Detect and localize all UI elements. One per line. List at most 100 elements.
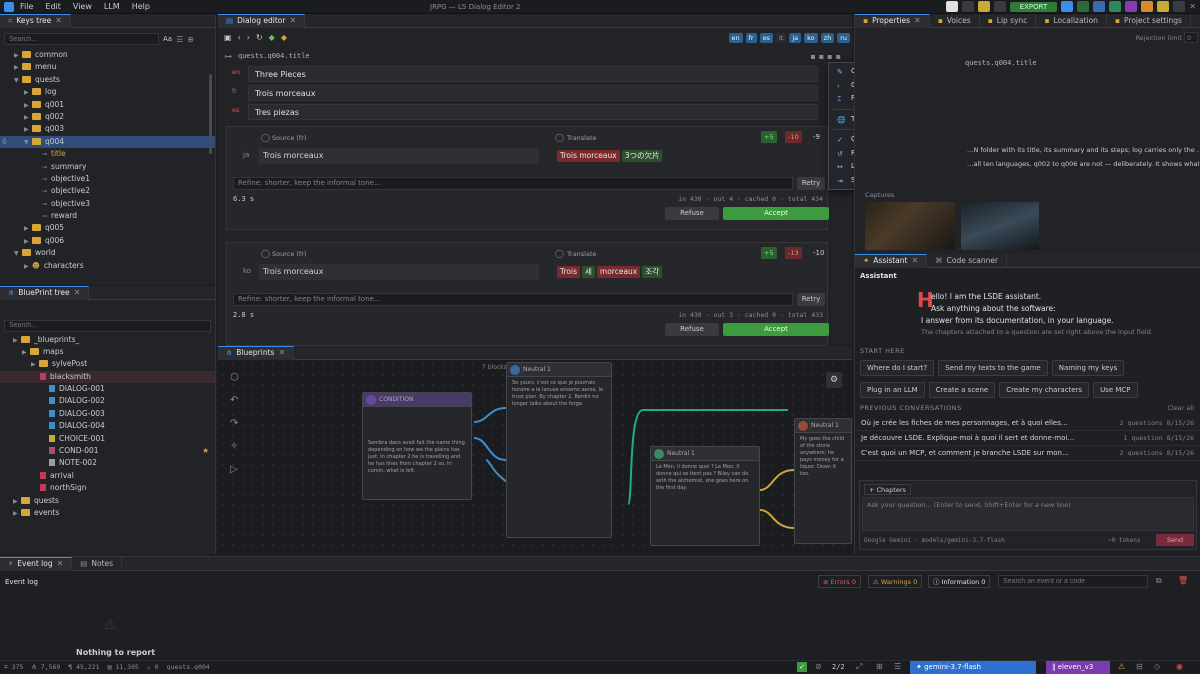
tab-notes[interactable]: ▤ Notes (72, 556, 123, 571)
tab-blueprints[interactable]: ⋔ Blueprints ✕ (218, 345, 295, 360)
tab-localization[interactable]: ▪ Localization (1036, 13, 1107, 28)
tag-icon[interactable]: ◆ (269, 33, 275, 42)
suggestion-chip[interactable]: Where do I start? (860, 360, 935, 376)
doc-icon[interactable] (1093, 1, 1106, 12)
blueprint-tree-item[interactable]: ▶ sylvePost (0, 358, 215, 370)
window-icon[interactable] (1173, 1, 1186, 12)
plugin-icon[interactable] (1125, 1, 1138, 12)
export-button[interactable]: EXPORT (1009, 1, 1058, 12)
tab-properties[interactable]: ▪ Properties ✕ (855, 13, 930, 28)
dialog-node-3[interactable]: Neutral 1 My goes the child of the stone… (794, 418, 852, 544)
tab-dialog-editor[interactable]: ▤ Dialog editor ✕ (218, 13, 306, 28)
blueprint-tree-item[interactable]: ▶ _blueprints_ (0, 334, 215, 346)
sync-status-icon[interactable]: ◇ (1154, 662, 1160, 671)
keys-tree-item[interactable]: 6 ▼ q004 (0, 135, 215, 149)
suggestion-chip[interactable]: Create my characters (999, 382, 1090, 398)
diff-chip[interactable]: 세 (581, 266, 595, 278)
blueprint-tree-item[interactable]: DIALOG-003 (0, 408, 215, 420)
star-icon[interactable] (1141, 1, 1154, 12)
check-icon[interactable]: ✓ (797, 662, 807, 672)
blueprint-tree-item[interactable]: northSign (0, 482, 215, 494)
tab-lip-sync[interactable]: ▪ Lip sync (980, 13, 1037, 28)
layout-icon[interactable] (945, 1, 958, 12)
trash-icon[interactable]: 🗑 (1178, 576, 1188, 585)
suggestion-chip[interactable]: Use MCP (1093, 382, 1138, 398)
translation-field[interactable]: Three Pieces (248, 66, 818, 82)
back-icon[interactable]: ‹ (238, 33, 241, 42)
keys-scrollbar[interactable] (209, 74, 212, 154)
tab-blueprint-tree[interactable]: ⋔ BluePrint tree ✕ (0, 285, 90, 300)
diff-chip[interactable]: Trois morceaux (557, 150, 620, 162)
chapters-button[interactable]: + Chapters (864, 484, 911, 495)
blueprint-search-input[interactable] (4, 319, 211, 332)
refuse-button[interactable]: Refuse (665, 323, 719, 336)
chevron-icon[interactable]: ▶ (24, 261, 32, 273)
lang-toggle-fr[interactable]: fr (745, 32, 757, 43)
keys-tree-item[interactable]: ▶ q006 (0, 235, 215, 247)
blueprint-tree-item[interactable]: ▶ quests (0, 495, 215, 507)
menu-help[interactable]: Help (132, 2, 150, 11)
rejection-limit-input[interactable]: 0 (1184, 32, 1198, 43)
diff-chip[interactable]: morceaux (596, 266, 641, 278)
refuse-button[interactable]: Refuse (665, 207, 719, 220)
translation-field[interactable]: Tres piezas (248, 104, 818, 120)
blueprint-tree-item[interactable]: arrival (0, 470, 215, 482)
model-badge[interactable]: ✦ gemini-3.7-flash (910, 661, 1036, 674)
lang-toggle-ja[interactable]: ja (789, 32, 802, 43)
conversation-item[interactable]: Où je crée les fiches de mes personnages… (855, 416, 1200, 431)
list-icon[interactable]: ☰ (894, 662, 901, 671)
blueprint-tree-item[interactable]: ▶ maps (0, 346, 215, 358)
star-icon[interactable]: ★ (202, 445, 209, 457)
image-icon[interactable]: ▣ (224, 33, 232, 42)
diff-chip[interactable]: 3つの欠片 (621, 150, 663, 162)
keys-tree-item[interactable]: ⊸ objective3 (0, 198, 215, 210)
lang-toggle-it[interactable]: it (775, 32, 787, 43)
lang-toggle-es[interactable]: es (759, 32, 773, 43)
blueprint-tree-item[interactable]: blacksmith (0, 370, 215, 384)
capture-thumb-2[interactable] (961, 202, 1039, 250)
information-filter[interactable]: ⓘ Information 0 (928, 575, 991, 588)
capture-thumb-1[interactable] (865, 202, 955, 250)
assistant-input[interactable]: Ask your question... (Enter to send, Shi… (862, 497, 1194, 531)
tab-project-settings[interactable]: ▪ Project settings (1107, 13, 1191, 28)
conversation-item[interactable]: C'est quoi un MCP, et comment je branche… (855, 446, 1200, 461)
keys-tree-item[interactable]: ▶ ☻ characters (0, 260, 215, 272)
keys-search-input[interactable] (4, 33, 159, 45)
close-window-icon[interactable]: ✕ (1189, 2, 1196, 11)
keys-tree-item[interactable]: ⊸ title (0, 148, 215, 160)
sheet-icon[interactable] (1077, 1, 1090, 12)
menu-llm[interactable]: LLM (104, 2, 120, 11)
blueprint-tree-item[interactable]: DIALOG-002 (0, 395, 215, 407)
tab-assistant[interactable]: ✦ Assistant ✕ (855, 253, 928, 268)
keys-tree-item[interactable]: ▼ world (0, 247, 215, 259)
retry-button[interactable]: Retry (797, 293, 825, 306)
keys-tree-item[interactable]: ⊸ summary (0, 161, 215, 173)
keys-tree-item[interactable]: ▶ q001 (0, 99, 215, 111)
accept-button[interactable]: Accept (723, 207, 829, 220)
keys-tree-item[interactable]: ▶ common (0, 49, 215, 61)
filter-icon[interactable]: ☰ (176, 35, 183, 44)
chevron-icon[interactable]: ▶ (13, 508, 21, 520)
bookmark-icon[interactable]: ◆ (281, 33, 287, 42)
radio-icon[interactable]: ◯ (261, 133, 270, 142)
refine-input[interactable]: Refine: shorter, keep the informal tone.… (233, 177, 793, 190)
grid-icon[interactable] (993, 1, 1006, 12)
close-icon[interactable]: ✕ (74, 286, 81, 300)
panel-icon[interactable] (961, 1, 974, 12)
lang-toggle-ko[interactable]: ko (804, 32, 818, 43)
forward-icon[interactable]: › (247, 33, 250, 42)
accept-button[interactable]: Accept (723, 323, 829, 336)
radio-icon[interactable]: ◯ (261, 249, 270, 258)
add-key-icon[interactable]: ⊕ (187, 35, 194, 44)
warning-status-icon[interactable]: ⚠ (1118, 662, 1125, 671)
suggestion-chip[interactable]: Send my texts to the game (938, 360, 1048, 376)
suggestion-chip[interactable]: Naming my keys (1051, 360, 1125, 376)
keys-tree-item[interactable]: ▼ quests (0, 74, 215, 86)
warnings-filter[interactable]: ⚠ Warnings 0 (868, 575, 923, 588)
dialog-node-1[interactable]: Neutral 1 So yours, c'est ce que je pour… (506, 362, 612, 538)
row-actions-icon[interactable]: ▪▪▪▪ (810, 52, 844, 61)
blueprint-tree-item[interactable]: COND-001 ★ (0, 445, 215, 457)
menu-file[interactable]: File (20, 2, 33, 11)
send-button[interactable]: Send (1156, 534, 1194, 546)
keys-tree-item[interactable]: ⊸ objective2 (0, 185, 215, 197)
